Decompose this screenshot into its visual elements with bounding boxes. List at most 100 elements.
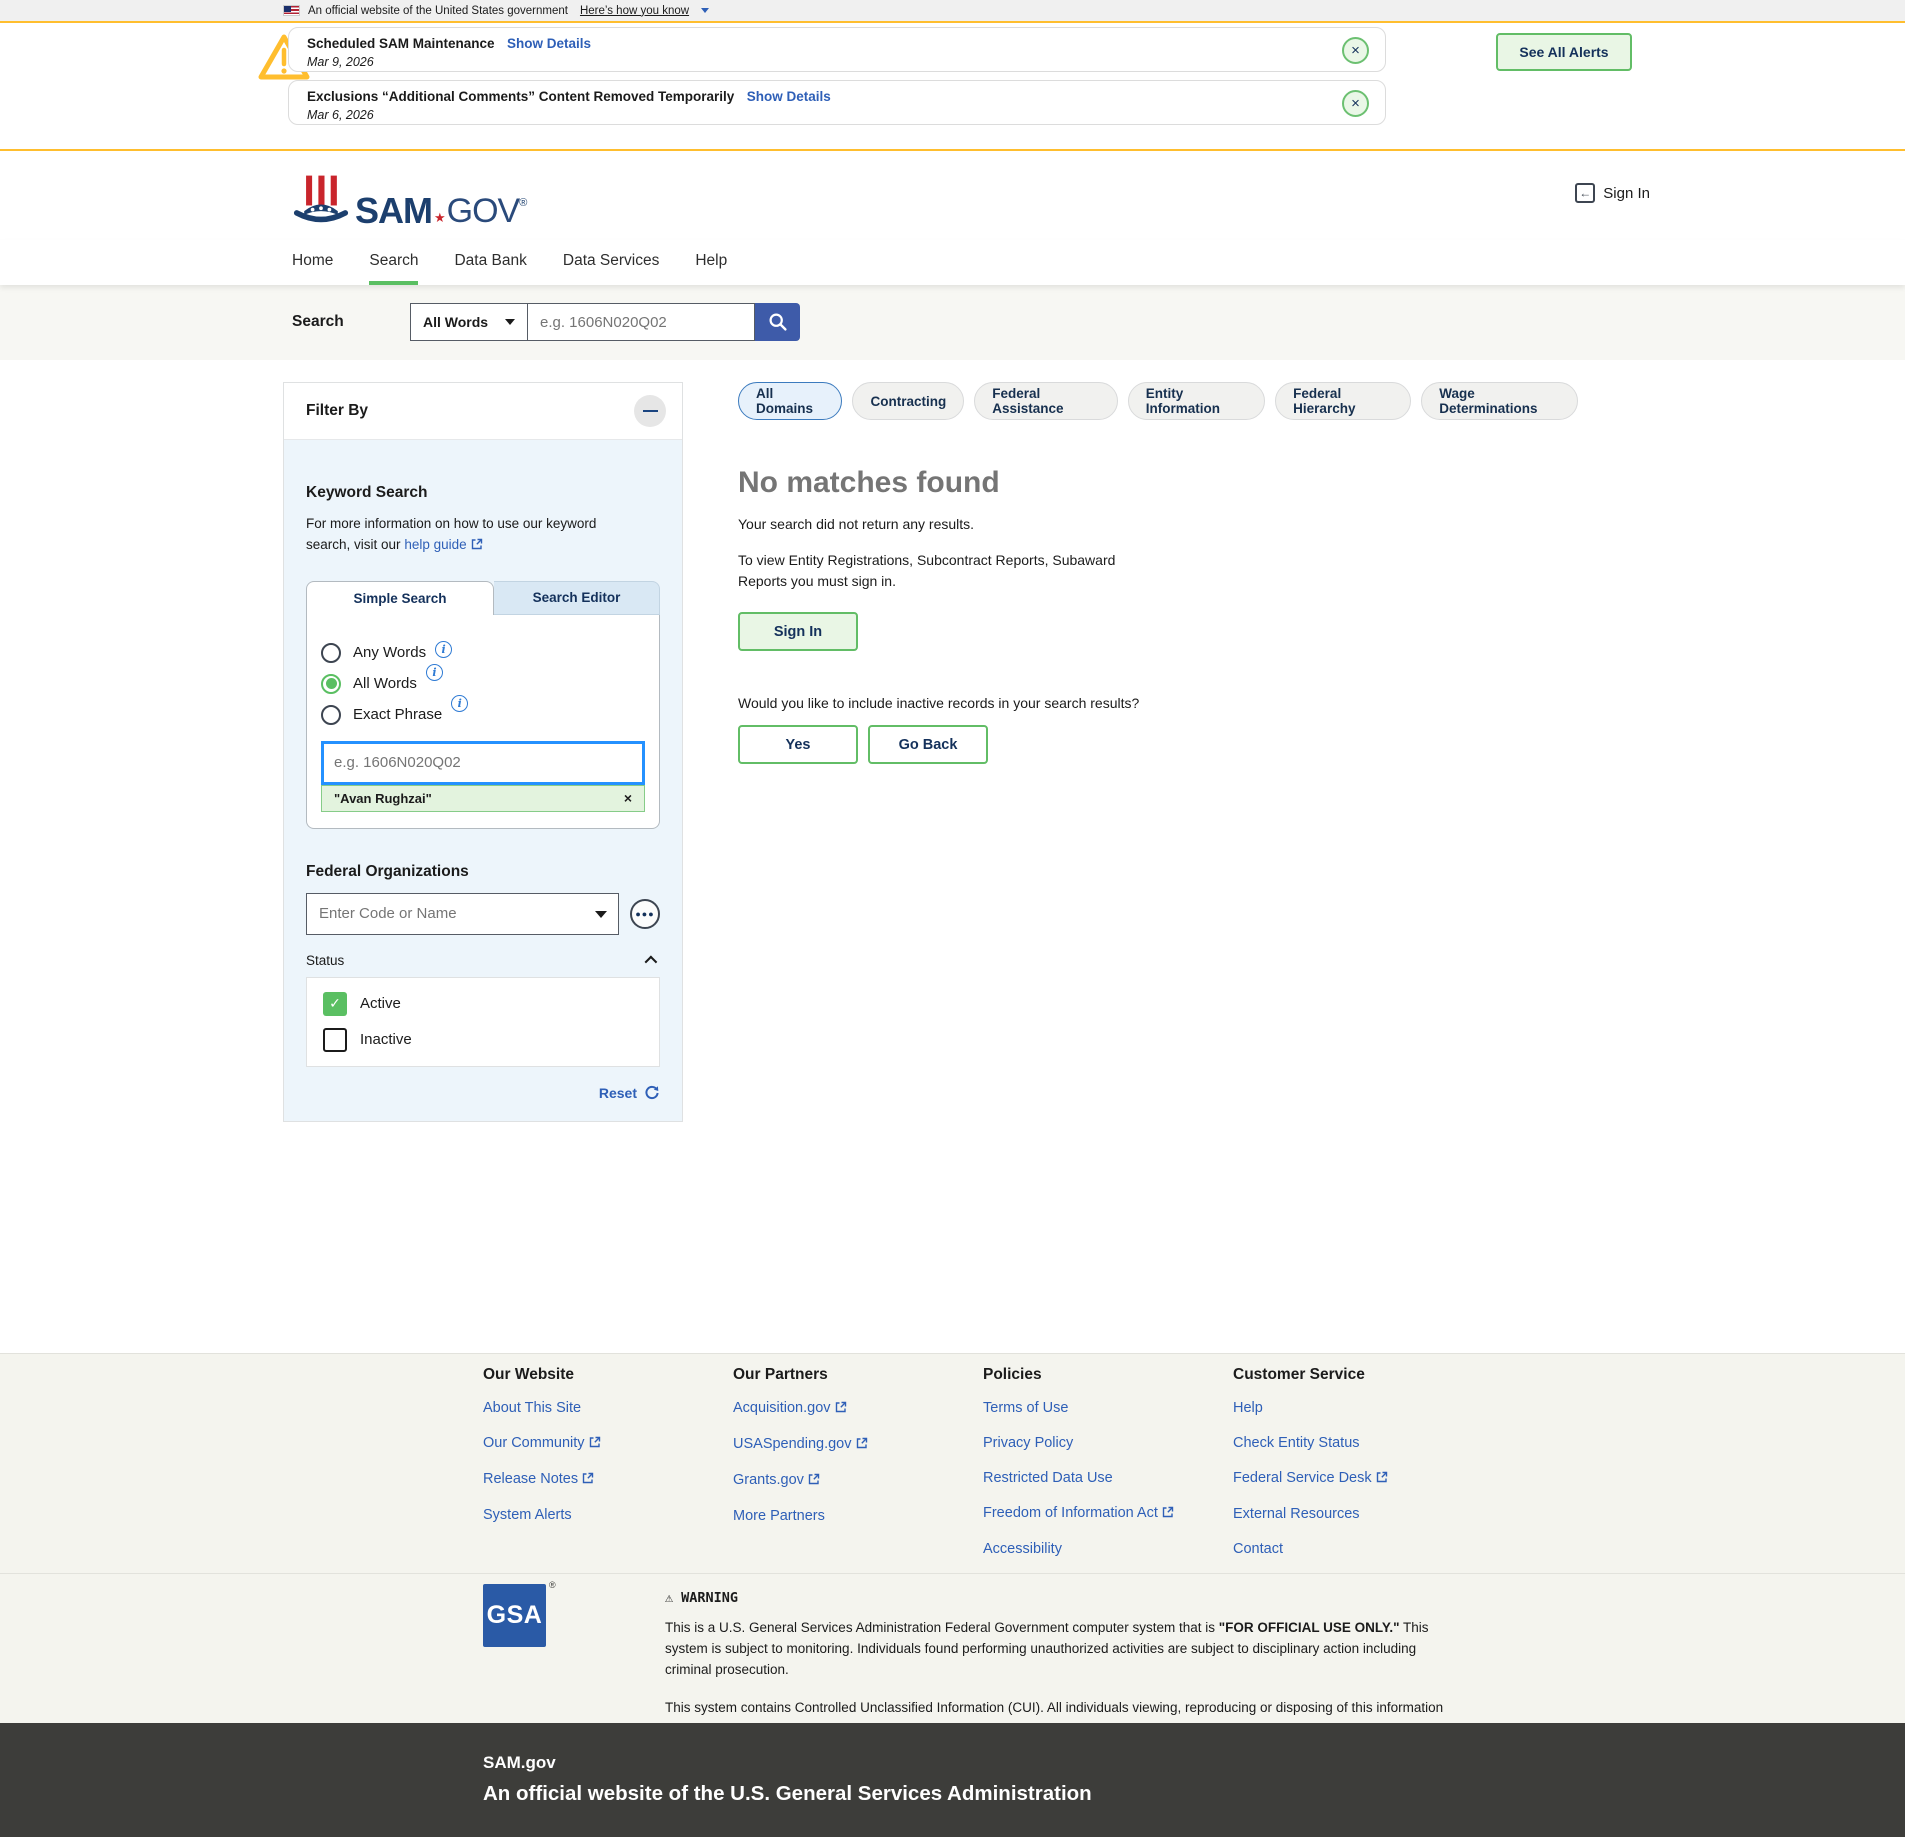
see-all-alerts-button[interactable]: See All Alerts bbox=[1496, 33, 1632, 71]
footer-heading: Policies bbox=[983, 1366, 1174, 1384]
magnifier-icon bbox=[768, 312, 788, 332]
reset-refresh-icon bbox=[644, 1085, 660, 1101]
info-icon[interactable]: i bbox=[426, 664, 443, 681]
footer-link-about-this-site[interactable]: About This Site bbox=[483, 1400, 601, 1416]
footer-link-more-partners[interactable]: More Partners bbox=[733, 1508, 868, 1524]
more-options-button[interactable]: ●●● bbox=[630, 899, 660, 929]
footer-link-release-notes[interactable]: Release Notes bbox=[483, 1471, 601, 1488]
site-footer: Our Website About This Site Our Communit… bbox=[0, 1353, 1905, 1723]
inactive-question-buttons: Yes Go Back bbox=[738, 725, 1578, 764]
any-words-radio[interactable] bbox=[321, 643, 341, 663]
domain-tab-wage-determinations[interactable]: Wage Determinations bbox=[1421, 382, 1578, 420]
reset-row: Reset bbox=[306, 1085, 660, 1101]
help-guide-link[interactable]: help guide bbox=[404, 537, 466, 552]
keyword-search-input[interactable] bbox=[321, 741, 645, 785]
nav-item-home[interactable]: Home bbox=[292, 240, 333, 285]
top-search-input[interactable] bbox=[527, 303, 755, 341]
domain-tab-federal-hierarchy[interactable]: Federal Hierarchy bbox=[1275, 382, 1411, 420]
footer-link-our-community[interactable]: Our Community bbox=[483, 1435, 601, 1452]
site-header: SAM ★ GOV ® ← Sign In bbox=[0, 151, 1905, 240]
gov-banner-text: An official website of the United States… bbox=[308, 5, 568, 17]
inactive-checkbox[interactable] bbox=[323, 1028, 347, 1052]
alert-show-details-link[interactable]: Show Details bbox=[747, 89, 831, 104]
exact-phrase-radio[interactable] bbox=[321, 705, 341, 725]
main-nav: Home Search Data Bank Data Services Help bbox=[0, 240, 1905, 285]
nav-item-data-services[interactable]: Data Services bbox=[563, 240, 659, 285]
sign-in-label: Sign In bbox=[1603, 185, 1650, 202]
footer-link-acquisition-gov[interactable]: Acquisition.gov bbox=[733, 1400, 868, 1417]
sign-in-button[interactable]: Sign In bbox=[738, 612, 858, 651]
federal-organizations-combobox bbox=[306, 893, 619, 935]
footer-link-privacy-policy[interactable]: Privacy Policy bbox=[983, 1435, 1174, 1451]
status-inactive-row[interactable]: Inactive bbox=[323, 1028, 643, 1052]
alert-close-button[interactable]: × bbox=[1342, 90, 1369, 117]
go-back-button[interactable]: Go Back bbox=[868, 725, 988, 764]
status-accordion-toggle[interactable]: Status bbox=[306, 953, 660, 968]
domain-tab-entity-information[interactable]: Entity Information bbox=[1128, 382, 1265, 420]
sign-in-arrow-icon: ← bbox=[1575, 183, 1595, 203]
search-scope-select[interactable]: All Words bbox=[410, 303, 528, 341]
footer-link-restricted-data-use[interactable]: Restricted Data Use bbox=[983, 1470, 1174, 1486]
warning-block: ⚠ WARNING This is a U.S. General Service… bbox=[665, 1590, 1465, 1740]
footer-link-external-resources[interactable]: External Resources bbox=[1233, 1506, 1388, 1522]
nav-item-search[interactable]: Search bbox=[369, 240, 418, 285]
search-submit-button[interactable] bbox=[755, 303, 800, 341]
info-icon[interactable]: i bbox=[435, 641, 452, 658]
chevron-down-icon bbox=[701, 8, 709, 13]
search-bar-region: Search All Words bbox=[0, 285, 1905, 360]
footer-link-federal-service-desk[interactable]: Federal Service Desk bbox=[1233, 1470, 1388, 1487]
alert-show-details-link[interactable]: Show Details bbox=[507, 36, 591, 51]
footer-link-system-alerts[interactable]: System Alerts bbox=[483, 1507, 601, 1523]
all-words-radio[interactable] bbox=[321, 674, 341, 694]
tab-simple-search[interactable]: Simple Search bbox=[306, 581, 494, 615]
footer-col-policies: Policies Terms of Use Privacy Policy Res… bbox=[983, 1366, 1174, 1576]
footer-col-customer-service: Customer Service Help Check Entity Statu… bbox=[1233, 1366, 1388, 1576]
active-label: Active bbox=[360, 995, 401, 1012]
sign-in-link[interactable]: ← Sign In bbox=[1575, 183, 1650, 203]
nav-item-help[interactable]: Help bbox=[695, 240, 727, 285]
gov-banner-link[interactable]: Here’s how you know bbox=[580, 5, 689, 17]
status-active-row[interactable]: ✓ Active bbox=[323, 992, 643, 1016]
external-link-icon bbox=[589, 1436, 601, 1452]
alert-title: Exclusions “Additional Comments” Content… bbox=[307, 89, 734, 104]
gsa-registered-mark: ® bbox=[549, 1580, 556, 1590]
federal-organizations-input[interactable] bbox=[306, 893, 619, 935]
search-label: Search bbox=[292, 313, 344, 331]
all-words-label: All Words bbox=[353, 675, 417, 692]
keyword-chip-label: "Avan Rughzai" bbox=[334, 791, 432, 806]
tab-search-editor[interactable]: Search Editor bbox=[494, 581, 660, 615]
footer-link-usaspending-gov[interactable]: USASpending.gov bbox=[733, 1436, 868, 1453]
no-results-text: Your search did not return any results. bbox=[738, 516, 1578, 532]
radio-row-any-words: Any Words i bbox=[321, 643, 645, 663]
footer-link-terms-of-use[interactable]: Terms of Use bbox=[983, 1400, 1174, 1416]
warning-title-row: ⚠ WARNING bbox=[665, 1590, 1465, 1606]
footer-col-our-website: Our Website About This Site Our Communit… bbox=[483, 1366, 601, 1542]
inactive-label: Inactive bbox=[360, 1031, 412, 1048]
domain-tab-contracting[interactable]: Contracting bbox=[852, 382, 964, 420]
alert-date: Mar 9, 2026 bbox=[307, 55, 1367, 69]
nav-item-data-bank[interactable]: Data Bank bbox=[454, 240, 526, 285]
footer-col-our-partners: Our Partners Acquisition.gov USASpending… bbox=[733, 1366, 868, 1543]
reset-filters-link[interactable]: Reset bbox=[599, 1085, 637, 1101]
domain-tab-federal-assistance[interactable]: Federal Assistance bbox=[974, 382, 1118, 420]
footer-link-accessibility[interactable]: Accessibility bbox=[983, 1541, 1174, 1557]
results-area: All Domains Contracting Federal Assistan… bbox=[738, 382, 1578, 764]
external-link-icon bbox=[1162, 1506, 1174, 1522]
collapse-filters-button[interactable] bbox=[634, 395, 666, 427]
logo-star-icon: ★ bbox=[434, 210, 446, 226]
remove-keyword-icon[interactable]: × bbox=[624, 790, 632, 806]
alert-close-button[interactable]: × bbox=[1342, 37, 1369, 64]
sam-gov-logo[interactable]: SAM ★ GOV ® bbox=[293, 169, 527, 227]
uncle-sam-hat-icon bbox=[293, 169, 349, 227]
footer-link-foia[interactable]: Freedom of Information Act bbox=[983, 1505, 1174, 1522]
footer-link-grants-gov[interactable]: Grants.gov bbox=[733, 1472, 868, 1489]
footer-link-contact[interactable]: Contact bbox=[1233, 1541, 1388, 1557]
exact-phrase-label: Exact Phrase bbox=[353, 706, 442, 723]
footer-link-check-entity-status[interactable]: Check Entity Status bbox=[1233, 1435, 1388, 1451]
minus-icon bbox=[643, 410, 658, 412]
active-checkbox[interactable]: ✓ bbox=[323, 992, 347, 1016]
domain-tab-all-domains[interactable]: All Domains bbox=[738, 382, 842, 420]
footer-link-help[interactable]: Help bbox=[1233, 1400, 1388, 1416]
yes-button[interactable]: Yes bbox=[738, 725, 858, 764]
info-icon[interactable]: i bbox=[451, 695, 468, 712]
